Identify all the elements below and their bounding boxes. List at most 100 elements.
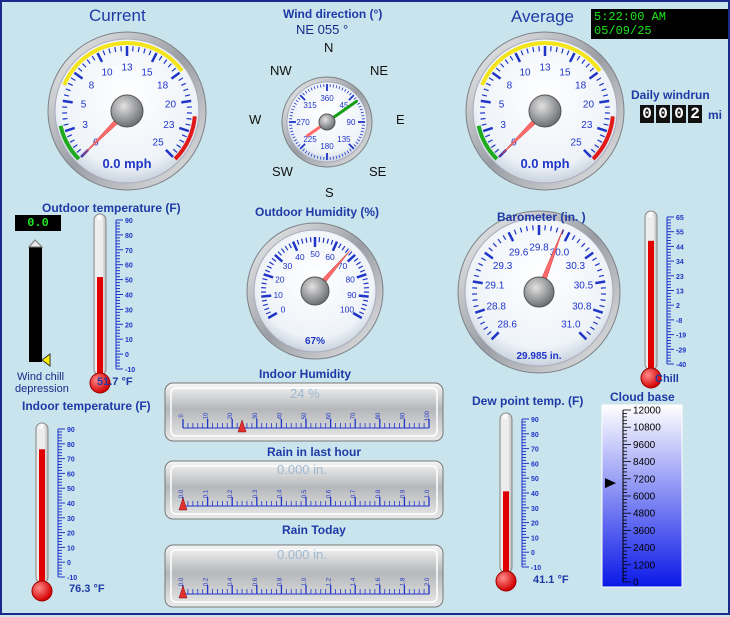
wind-speed-current-gauge-tick-label: 5 bbox=[81, 100, 87, 111]
wind-speed-current-gauge-tick-label: 18 bbox=[157, 81, 169, 92]
outdoor-humidity-gauge-tick bbox=[359, 296, 369, 297]
wind-direction-compass-tick-label: 270 bbox=[296, 118, 310, 127]
indoor-thermometer-bulb bbox=[32, 581, 52, 601]
wind-direction-compass-tick-label: 360 bbox=[320, 94, 334, 103]
clock-display: 5:22:00 AM 05/09/25 bbox=[591, 9, 728, 39]
wind-speed-average-gauge-tick bbox=[605, 119, 610, 120]
rain-today-bar-tick-label: 0.4 bbox=[228, 577, 234, 586]
wind-speed-current-gauge-tick bbox=[181, 101, 191, 103]
outdoor-thermometer-tick-label: 10 bbox=[125, 337, 133, 344]
rain-last-hour-bar-tick-label: 0.4 bbox=[277, 489, 283, 498]
wind-speed-average-gauge-tick-label: 20 bbox=[583, 100, 595, 111]
rain-today-bar-tick-label: 0.6 bbox=[253, 577, 259, 586]
compass-ne: NE bbox=[370, 63, 388, 78]
rain-last-hour-bar-tick-label: 0.3 bbox=[253, 489, 259, 498]
wind-direction-compass-tick-label: 315 bbox=[303, 101, 317, 110]
cloud-base-meter-tick-label: 10800 bbox=[633, 423, 661, 434]
barometer-gauge-hub bbox=[524, 277, 554, 307]
wind-direction-compass-tick bbox=[361, 128, 364, 129]
rain-today-bar-tick-label: 1.0 bbox=[302, 577, 308, 586]
compass-sw: SW bbox=[272, 164, 293, 179]
rain-last-hour-readout: 0.000 in. bbox=[277, 462, 327, 477]
rain-last-hour-bar-tick-label: 0.1 bbox=[204, 489, 210, 498]
chill-thermometer-tick-label: 44 bbox=[676, 244, 684, 251]
cloud-base-meter-tick-label: 6000 bbox=[633, 492, 656, 503]
dew-point-thermometer-tick-label: 50 bbox=[531, 476, 539, 483]
outdoor-thermometer-tick-label: 80 bbox=[125, 233, 133, 240]
wind-speed-average-gauge-tick bbox=[481, 119, 486, 120]
wind-direction-compass-tick-label: 180 bbox=[320, 142, 334, 151]
windrun-digit: 0 bbox=[656, 105, 670, 123]
outdoor-humidity-gauge-tick-label: 90 bbox=[347, 290, 357, 300]
wind-direction-compass-tick bbox=[333, 85, 334, 88]
wind-chill-pointer bbox=[42, 354, 50, 366]
indoor-thermometer-tick-label: 20 bbox=[67, 531, 75, 538]
compass-nw: NW bbox=[270, 63, 292, 78]
wind-chill-label-line2: depression bbox=[15, 383, 69, 395]
barometer-gauge-tick-label: 29.8 bbox=[529, 243, 549, 254]
rain-last-hour-bar-tick-label: 0.5 bbox=[302, 489, 308, 498]
outdoor-thermometer-tick-label: 50 bbox=[125, 278, 133, 285]
wind-speed-average-gauge-hub bbox=[529, 95, 561, 127]
indoor-temperature-readout: 76.3 °F bbox=[69, 583, 105, 595]
chill-thermometer-tick-label: 55 bbox=[676, 230, 684, 237]
outdoor-thermometer-mercury bbox=[97, 277, 103, 379]
dew-point-thermometer-bulb bbox=[496, 571, 516, 591]
indoor-humidity-bar-tick-label: 50 bbox=[302, 412, 308, 419]
wind-direction-compass-tick-label: 90 bbox=[347, 118, 356, 127]
wind-speed-average-gauge-tick-label: 23 bbox=[581, 120, 593, 131]
chill-thermometer-tick-label: 2 bbox=[676, 303, 680, 310]
indoor-humidity-bar-tick-label: 40 bbox=[277, 412, 283, 419]
cloud-base-meter-tick-label: 2400 bbox=[633, 543, 656, 554]
barometer-gauge-tick-label: 28.6 bbox=[497, 319, 517, 330]
rain-last-hour-bar-tick-label: 0.8 bbox=[376, 489, 382, 498]
rain-today-bar-tick-label: 1.6 bbox=[376, 577, 382, 586]
indoor-humidity-bar-tick-label: 70 bbox=[351, 412, 357, 419]
outdoor-humidity-gauge-tick bbox=[262, 283, 267, 284]
chill-thermometer-mercury bbox=[648, 241, 654, 374]
windrun-label: Daily windrun bbox=[631, 88, 710, 102]
outdoor-thermometer-tick-label: 40 bbox=[125, 293, 133, 300]
cloud-base-meter-tick-label: 4800 bbox=[633, 509, 656, 520]
wind-speed-average-gauge-tick-label: 10 bbox=[519, 67, 531, 78]
wind-speed-current-gauge-tick-label: 8 bbox=[89, 81, 95, 92]
outdoor-humidity-gauge-tick-label: 80 bbox=[345, 275, 355, 285]
outdoor-humidity-gauge-tick-label: 100 bbox=[340, 304, 354, 314]
wind-direction-readout: NE 055 ° bbox=[296, 22, 348, 37]
wind-direction-compass-tick bbox=[333, 156, 334, 159]
dew-point-title: Dew point temp. (F) bbox=[472, 394, 583, 408]
cloud-base-title: Cloud base bbox=[610, 390, 675, 404]
chill-thermometer-tick-label: -19 bbox=[676, 333, 686, 340]
chill-thermometer-tick-label: 34 bbox=[676, 259, 684, 266]
gauge-canvas: 0358101315182023250.0 mph035810131518202… bbox=[2, 2, 730, 617]
current-title: Current bbox=[89, 6, 146, 26]
indoor-thermometer-tick-label: 40 bbox=[67, 501, 75, 508]
indoor-humidity-title: Indoor Humidity bbox=[259, 367, 351, 381]
indoor-humidity-bar-tick-label: 60 bbox=[327, 412, 333, 419]
wind-speed-current-gauge-tick bbox=[187, 119, 192, 120]
rain-today-bar-tick-label: 0.2 bbox=[204, 577, 210, 586]
windrun-digit: 0 bbox=[640, 105, 654, 123]
wind-speed-average-gauge-tick-label: 3 bbox=[500, 120, 506, 131]
compass-w: W bbox=[249, 112, 261, 127]
cloud-base-meter-tick-label: 7200 bbox=[633, 474, 656, 485]
chill-thermometer-tick-label: 65 bbox=[676, 215, 684, 222]
wind-chill-top-arrow bbox=[29, 240, 42, 247]
wind-direction-compass-tick bbox=[361, 115, 364, 116]
windrun-counter: 0 0 0 2 bbox=[640, 105, 702, 123]
chill-thermometer-tick-label: 13 bbox=[676, 289, 684, 296]
barometer-gauge-tick-label: 30.3 bbox=[566, 261, 586, 272]
wind-speed-average-gauge-tick-label: 13 bbox=[539, 63, 551, 74]
indoor-humidity-bar-tick-label: 20 bbox=[228, 412, 234, 419]
dew-point-thermometer-tick-label: 40 bbox=[531, 491, 539, 498]
barometer-gauge-tick-label: 31.0 bbox=[561, 319, 581, 330]
dew-point-thermometer-tick-label: 70 bbox=[531, 447, 539, 454]
chill-thermometer-tick-label: -40 bbox=[676, 362, 686, 369]
indoor-humidity-readout: 24 % bbox=[290, 386, 320, 401]
compass-s: S bbox=[325, 185, 334, 200]
wind-direction-compass-tick-label: 225 bbox=[303, 135, 317, 144]
dew-point-thermometer-tick-label: 60 bbox=[531, 461, 539, 468]
cloud-base-meter-tick-label: 8400 bbox=[633, 457, 656, 468]
chill-label: Chill bbox=[655, 373, 679, 385]
weather-dashboard: 0358101315182023250.0 mph035810131518202… bbox=[0, 0, 730, 615]
